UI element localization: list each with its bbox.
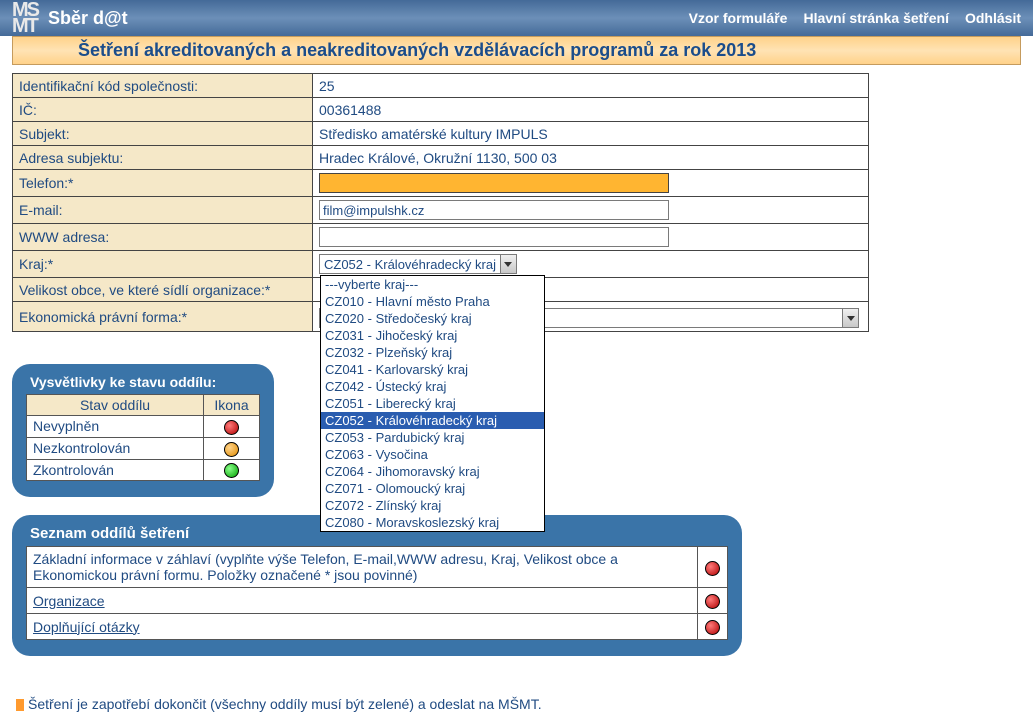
top-links: Vzor formuláře Hlavní stránka šetření Od… <box>689 10 1021 26</box>
email-input[interactable] <box>319 200 669 220</box>
status-dot-icon <box>705 561 720 576</box>
www-input[interactable] <box>319 227 669 247</box>
region-option[interactable]: CZ064 - Jihomoravský kraj <box>321 463 544 480</box>
section-row-text: Doplňující otázky <box>27 614 698 640</box>
legend-state-label: Zkontrolován <box>27 459 204 481</box>
section-status-cell <box>698 614 728 640</box>
row-legal-label: Ekonomická právní forma:* <box>13 302 313 332</box>
row-id-value: 25 <box>313 74 869 98</box>
section-row-text: Základní informace v záhlaví (vyplňte vý… <box>27 547 698 588</box>
link-logout[interactable]: Odhlásit <box>965 10 1021 26</box>
status-dot-icon <box>224 420 239 435</box>
legend-state-icon-cell <box>204 416 260 438</box>
legend-box: Vysvětlivky ke stavu oddílu: Stav oddílu… <box>12 364 274 497</box>
row-www-label: WWW adresa: <box>13 224 313 251</box>
legend-table: Stav oddílu Ikona NevyplněnNezkontrolová… <box>26 394 260 481</box>
region-option[interactable]: CZ042 - Ústecký kraj <box>321 378 544 395</box>
legend-state-label: Nevyplněn <box>27 416 204 438</box>
row-address-value: Hradec Králové, Okružní 1130, 500 03 <box>313 146 869 170</box>
region-option[interactable]: CZ063 - Vysočina <box>321 446 544 463</box>
region-option[interactable]: CZ080 - Moravskoslezský kraj <box>321 514 544 531</box>
status-dot-icon <box>224 463 239 478</box>
topbar: MS MT Sběr d@t Vzor formuláře Hlavní str… <box>0 0 1033 36</box>
legend-col-state: Stav oddílu <box>27 395 204 416</box>
status-dot-icon <box>224 442 239 457</box>
legend-title: Vysvětlivky ke stavu oddílu: <box>26 374 260 390</box>
sections-box: Seznam oddílů šetření Základní informace… <box>12 515 742 656</box>
phone-input[interactable] <box>319 173 669 193</box>
legend-state-icon-cell <box>204 437 260 459</box>
status-dot-icon <box>705 620 720 635</box>
row-email-label: E-mail: <box>13 197 313 224</box>
chevron-down-icon[interactable] <box>842 309 858 327</box>
legend-state-icon-cell <box>204 459 260 481</box>
row-id-label: Identifikační kód společnosti: <box>13 74 313 98</box>
region-option[interactable]: CZ052 - Královéhradecký kraj <box>321 412 544 429</box>
footnote: Šetření je zapotřebí dokončit (všechny o… <box>12 696 1021 712</box>
app-logo: MS MT Sběr d@t <box>12 2 128 34</box>
region-option[interactable]: ---vyberte kraj--- <box>321 276 544 293</box>
msmt-logo: MS MT <box>12 2 38 34</box>
region-select[interactable]: CZ052 - Královéhradecký kraj ---vyberte … <box>319 254 517 274</box>
row-ic-value: 00361488 <box>313 98 869 122</box>
row-subject-label: Subjekt: <box>13 122 313 146</box>
region-option[interactable]: CZ041 - Karlovarský kraj <box>321 361 544 378</box>
page-title: Šetření akreditovaných a neakreditovanýc… <box>23 40 1010 61</box>
legend-col-icon: Ikona <box>204 395 260 416</box>
link-main-page[interactable]: Hlavní stránka šetření <box>803 10 949 26</box>
region-option[interactable]: CZ051 - Liberecký kraj <box>321 395 544 412</box>
chevron-down-icon[interactable] <box>500 255 516 273</box>
link-form-template[interactable]: Vzor formuláře <box>689 10 788 26</box>
region-dropdown[interactable]: ---vyberte kraj---CZ010 - Hlavní město P… <box>320 275 545 532</box>
region-option[interactable]: CZ071 - Olomoucký kraj <box>321 480 544 497</box>
section-status-cell <box>698 588 728 614</box>
status-dot-icon <box>705 594 720 609</box>
region-select-text: CZ052 - Královéhradecký kraj <box>320 257 500 272</box>
section-status-cell <box>698 547 728 588</box>
region-option[interactable]: CZ072 - Zlínský kraj <box>321 497 544 514</box>
region-option[interactable]: CZ010 - Hlavní město Praha <box>321 293 544 310</box>
region-option[interactable]: CZ020 - Středočeský kraj <box>321 310 544 327</box>
legend-state-label: Nezkontrolován <box>27 437 204 459</box>
region-option[interactable]: CZ053 - Pardubický kraj <box>321 429 544 446</box>
row-phone-label: Telefon:* <box>13 170 313 197</box>
row-ic-label: IČ: <box>13 98 313 122</box>
row-address-label: Adresa subjektu: <box>13 146 313 170</box>
page-heading-bar: Šetření akreditovaných a neakreditovanýc… <box>12 36 1021 65</box>
info-table: Identifikační kód společnosti: 25 IČ: 00… <box>12 73 869 332</box>
section-link[interactable]: Organizace <box>33 593 105 609</box>
row-size-label: Velikost obce, ve které sídlí organizace… <box>13 278 313 302</box>
section-link[interactable]: Doplňující otázky <box>33 619 140 635</box>
row-region-label: Kraj:* <box>13 251 313 278</box>
section-row-text: Organizace <box>27 588 698 614</box>
app-name: Sběr d@t <box>48 8 128 29</box>
region-option[interactable]: CZ031 - Jihočeský kraj <box>321 327 544 344</box>
sections-table: Základní informace v záhlaví (vyplňte vý… <box>26 546 728 640</box>
region-option[interactable]: CZ032 - Plzeňský kraj <box>321 344 544 361</box>
row-subject-value: Středisko amatérské kultury IMPULS <box>313 122 869 146</box>
